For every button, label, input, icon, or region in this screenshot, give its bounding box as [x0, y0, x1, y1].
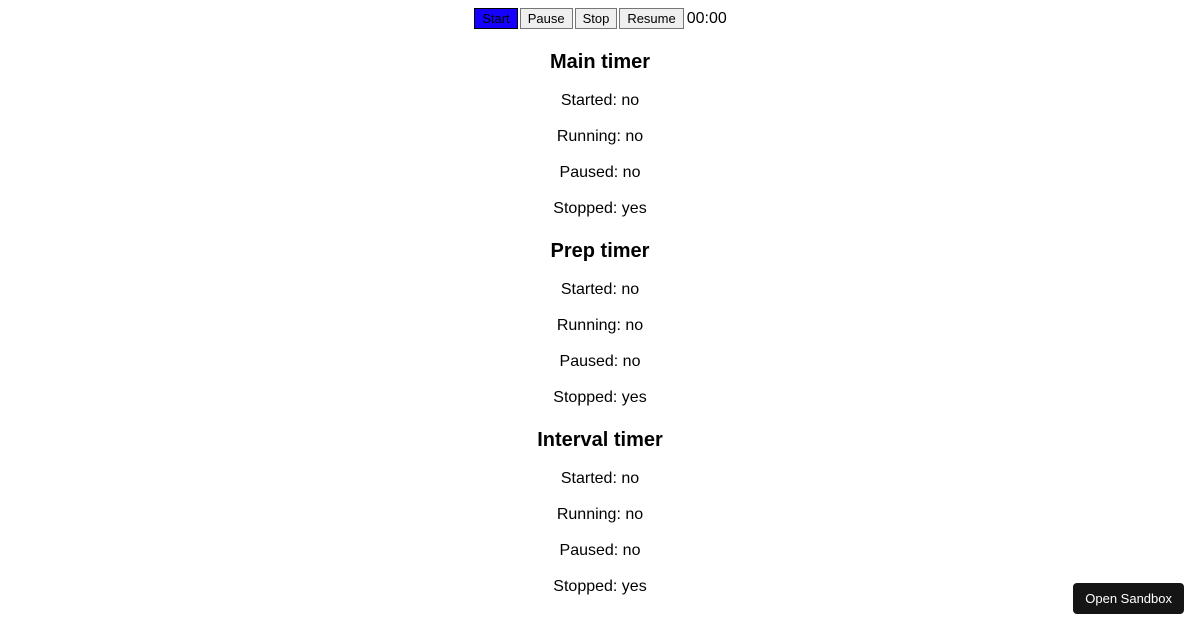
prep-timer-running: Running: no	[0, 317, 1200, 335]
prep-timer-title: Prep timer	[0, 240, 1200, 263]
timer-controls: StartPauseStopResume00:00	[473, 8, 727, 29]
interval-timer-paused: Paused: no	[0, 542, 1200, 560]
interval-timer-running: Running: no	[0, 506, 1200, 524]
interval-timer-title: Interval timer	[0, 429, 1200, 452]
pause-button[interactable]: Pause	[520, 8, 573, 29]
main-timer-stopped: Stopped: yes	[0, 200, 1200, 218]
prep-timer-started: Started: no	[0, 281, 1200, 299]
main-timer-running: Running: no	[0, 128, 1200, 146]
main-timer-paused: Paused: no	[0, 164, 1200, 182]
prep-timer-paused: Paused: no	[0, 353, 1200, 371]
resume-button[interactable]: Resume	[619, 8, 683, 29]
stop-button[interactable]: Stop	[575, 8, 618, 29]
main-timer-started: Started: no	[0, 92, 1200, 110]
open-sandbox-button[interactable]: Open Sandbox	[1073, 583, 1184, 614]
main-timer-title: Main timer	[0, 51, 1200, 74]
interval-timer-started: Started: no	[0, 470, 1200, 488]
interval-timer-stopped: Stopped: yes	[0, 578, 1200, 596]
start-button[interactable]: Start	[474, 8, 517, 29]
app-root: StartPauseStopResume00:00 Main timer Sta…	[0, 0, 1200, 596]
timer-display: 00:00	[687, 10, 727, 27]
prep-timer-stopped: Stopped: yes	[0, 389, 1200, 407]
